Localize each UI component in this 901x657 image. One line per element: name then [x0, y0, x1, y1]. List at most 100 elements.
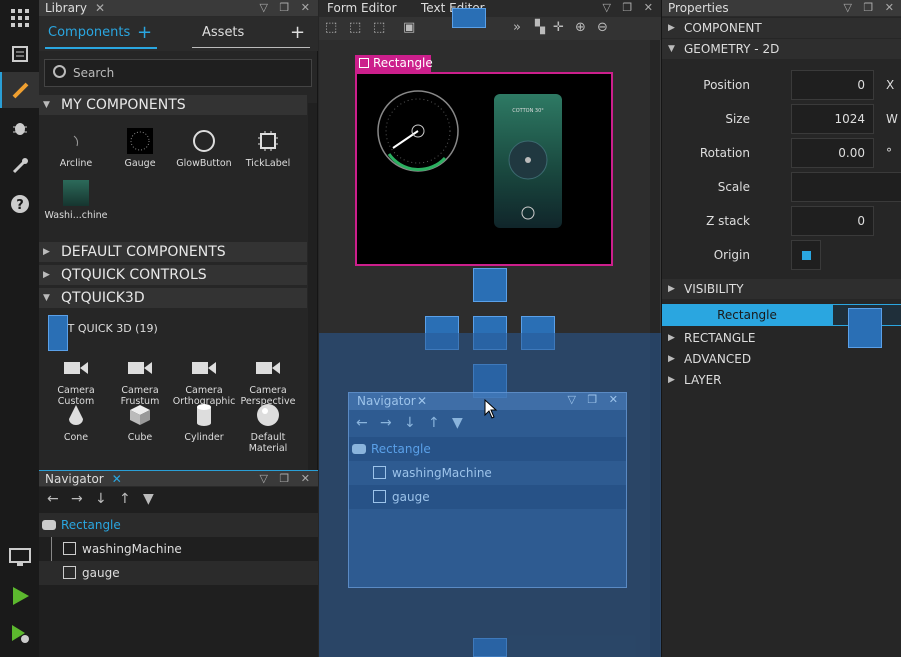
tree-label: gauge [392, 490, 430, 504]
tool-move-icon[interactable]: ⬚ [349, 20, 361, 35]
library-tabs: Components + Assets + [39, 17, 318, 51]
floating-navigator-title: Navigator [357, 394, 416, 408]
tree-row-washing-machine[interactable]: washingMachine [39, 537, 318, 573]
drag-tab-rectangle[interactable]: Rectangle [662, 304, 832, 326]
field-unit: ° [886, 146, 892, 160]
svg-text:?: ? [16, 198, 24, 213]
tree-label: gauge [82, 566, 120, 580]
section-advanced[interactable]: ▶ ADVANCED [662, 349, 901, 369]
section-label: ADVANCED [684, 352, 752, 366]
component-arcline[interactable]: Arcline [44, 128, 108, 169]
more-icon[interactable]: » [513, 20, 521, 35]
section-component[interactable]: ▶ COMPONENT [662, 18, 901, 38]
default-material[interactable]: Default Material [236, 402, 300, 454]
section-qtquick-controls[interactable]: ▶ QTQUICK CONTROLS [39, 265, 307, 285]
zstack-input[interactable]: 0 [791, 206, 874, 236]
tree-row-root[interactable]: Rectangle [39, 513, 318, 537]
run-icon[interactable] [0, 578, 39, 614]
origin-picker[interactable] [791, 240, 821, 270]
section-layer[interactable]: ▶ LAYER [662, 370, 901, 390]
panel-controls[interactable]: ▽ ❐ ✕ [843, 0, 898, 16]
size-w-input[interactable]: 1024 [791, 104, 874, 134]
tool-crosshair-icon[interactable]: ✛ [553, 20, 564, 35]
library-scrollbar[interactable] [308, 103, 317, 470]
arrow-left-icon[interactable]: ← [47, 491, 59, 507]
tool-resize-icon[interactable]: ⬚ [373, 20, 385, 35]
close-icon[interactable]: ✕ [95, 0, 105, 16]
cube[interactable]: Cube [108, 402, 172, 443]
section-my-components[interactable]: ▼ MY COMPONENTS [39, 95, 307, 115]
filter-icon[interactable]: ▼ [143, 491, 154, 507]
row-scale: Scale [662, 170, 901, 204]
component-icon [63, 566, 76, 579]
tool-snap-icon[interactable]: ▣ [403, 20, 415, 35]
search-input[interactable]: Search [44, 59, 312, 87]
mode-bar: ? [0, 0, 39, 657]
row-zstack: Z stack 0 [662, 204, 901, 238]
welcome-icon[interactable] [0, 0, 39, 36]
panel-controls[interactable]: ▽ ❐ ✕ [567, 393, 622, 406]
add-asset-icon[interactable]: + [290, 22, 305, 43]
close-icon[interactable]: ✕ [112, 471, 122, 487]
projects-icon[interactable] [0, 148, 39, 184]
section-default-components[interactable]: ▶ DEFAULT COMPONENTS [39, 242, 307, 262]
panel-controls[interactable]: ▽ ❐ ✕ [259, 471, 314, 487]
tool-select-icon[interactable]: ⬚ [325, 20, 337, 35]
tree-label: Rectangle [371, 442, 431, 456]
tab-form-editor[interactable]: Form Editor [327, 1, 397, 15]
tab-components[interactable]: Components [48, 25, 130, 40]
selection-label-text: Rectangle [373, 56, 433, 70]
floating-navigator[interactable]: Navigator ✕ ▽ ❐ ✕ ← → ↓ ↑ ▼ Rectangle wa… [348, 392, 627, 588]
debug-icon[interactable] [0, 110, 39, 146]
component-ticklabel[interactable]: TickLabel [236, 128, 300, 169]
camera-frustum[interactable]: Camera Frustum [108, 355, 172, 407]
panel-controls[interactable]: ▽ ❐ ✕ [602, 1, 657, 14]
camera-perspective[interactable]: Camera Perspective [236, 355, 300, 407]
edit-mode-icon[interactable] [0, 36, 39, 72]
position-x-input[interactable]: 0 [791, 70, 874, 100]
rotation-input[interactable]: 0.00 [791, 138, 874, 168]
arrow-right-icon[interactable]: → [71, 491, 83, 507]
washing-machine-preview: COTTON 30° [494, 94, 562, 228]
cylinder[interactable]: Cylinder [172, 402, 236, 443]
component-washing-machine[interactable]: Washi...chine [44, 180, 108, 221]
design-mode-icon[interactable] [0, 72, 39, 108]
search-placeholder: Search [73, 66, 115, 80]
rectangle-icon [352, 444, 366, 454]
tool-grid-icon[interactable]: ▚ [535, 20, 545, 35]
section-visibility[interactable]: ▶ VISIBILITY [662, 279, 901, 299]
panel-controls[interactable]: ▽ ❐ ✕ [259, 0, 314, 16]
section-geometry[interactable]: ▼ GEOMETRY - 2D [662, 39, 901, 59]
arrow-down-icon[interactable]: ↓ [95, 491, 107, 507]
camera-custom[interactable]: Camera Custom [44, 355, 108, 407]
component-gauge[interactable]: Gauge [108, 128, 172, 169]
field-unit: X [886, 78, 895, 92]
cone[interactable]: Cone [44, 402, 108, 443]
camera-orthographic[interactable]: Camera Orthographic [172, 355, 236, 407]
scale-input[interactable] [791, 172, 901, 202]
field-label: Scale [717, 180, 750, 194]
close-icon[interactable]: ✕ [417, 394, 427, 408]
component-glowbutton[interactable]: GlowButton [172, 128, 236, 169]
tree-row-gauge[interactable]: gauge [39, 561, 318, 585]
help-icon[interactable]: ? [0, 186, 39, 222]
arrow-up-icon[interactable]: ↑ [119, 491, 131, 507]
subsection-qtquick3d[interactable]: QT QUICK 3D (19) [59, 322, 158, 335]
zoom-in-icon[interactable]: ⊕ [575, 20, 586, 35]
zoom-out-icon[interactable]: ⊖ [597, 20, 608, 35]
item-label: Cube [127, 432, 153, 443]
filter-icon: ▼ [452, 415, 463, 431]
tab-assets[interactable]: Assets [202, 25, 244, 40]
monitor-icon[interactable] [0, 540, 39, 576]
add-icon[interactable]: + [137, 22, 152, 43]
run-debug-icon[interactable] [0, 616, 39, 652]
section-qtquick3d[interactable]: ▼ QTQUICK3D [39, 288, 307, 308]
properties-title: Properties [668, 1, 729, 15]
item-label: Cylinder [184, 432, 224, 443]
item-label: Default Material [248, 432, 288, 454]
search-icon [53, 65, 66, 78]
row-origin: Origin [662, 238, 901, 272]
row-rotation: Rotation 0.00 ° [662, 136, 901, 170]
section-rectangle[interactable]: ▶ RECTANGLE [662, 328, 901, 348]
selected-rectangle[interactable]: COTTON 30° [355, 72, 613, 266]
